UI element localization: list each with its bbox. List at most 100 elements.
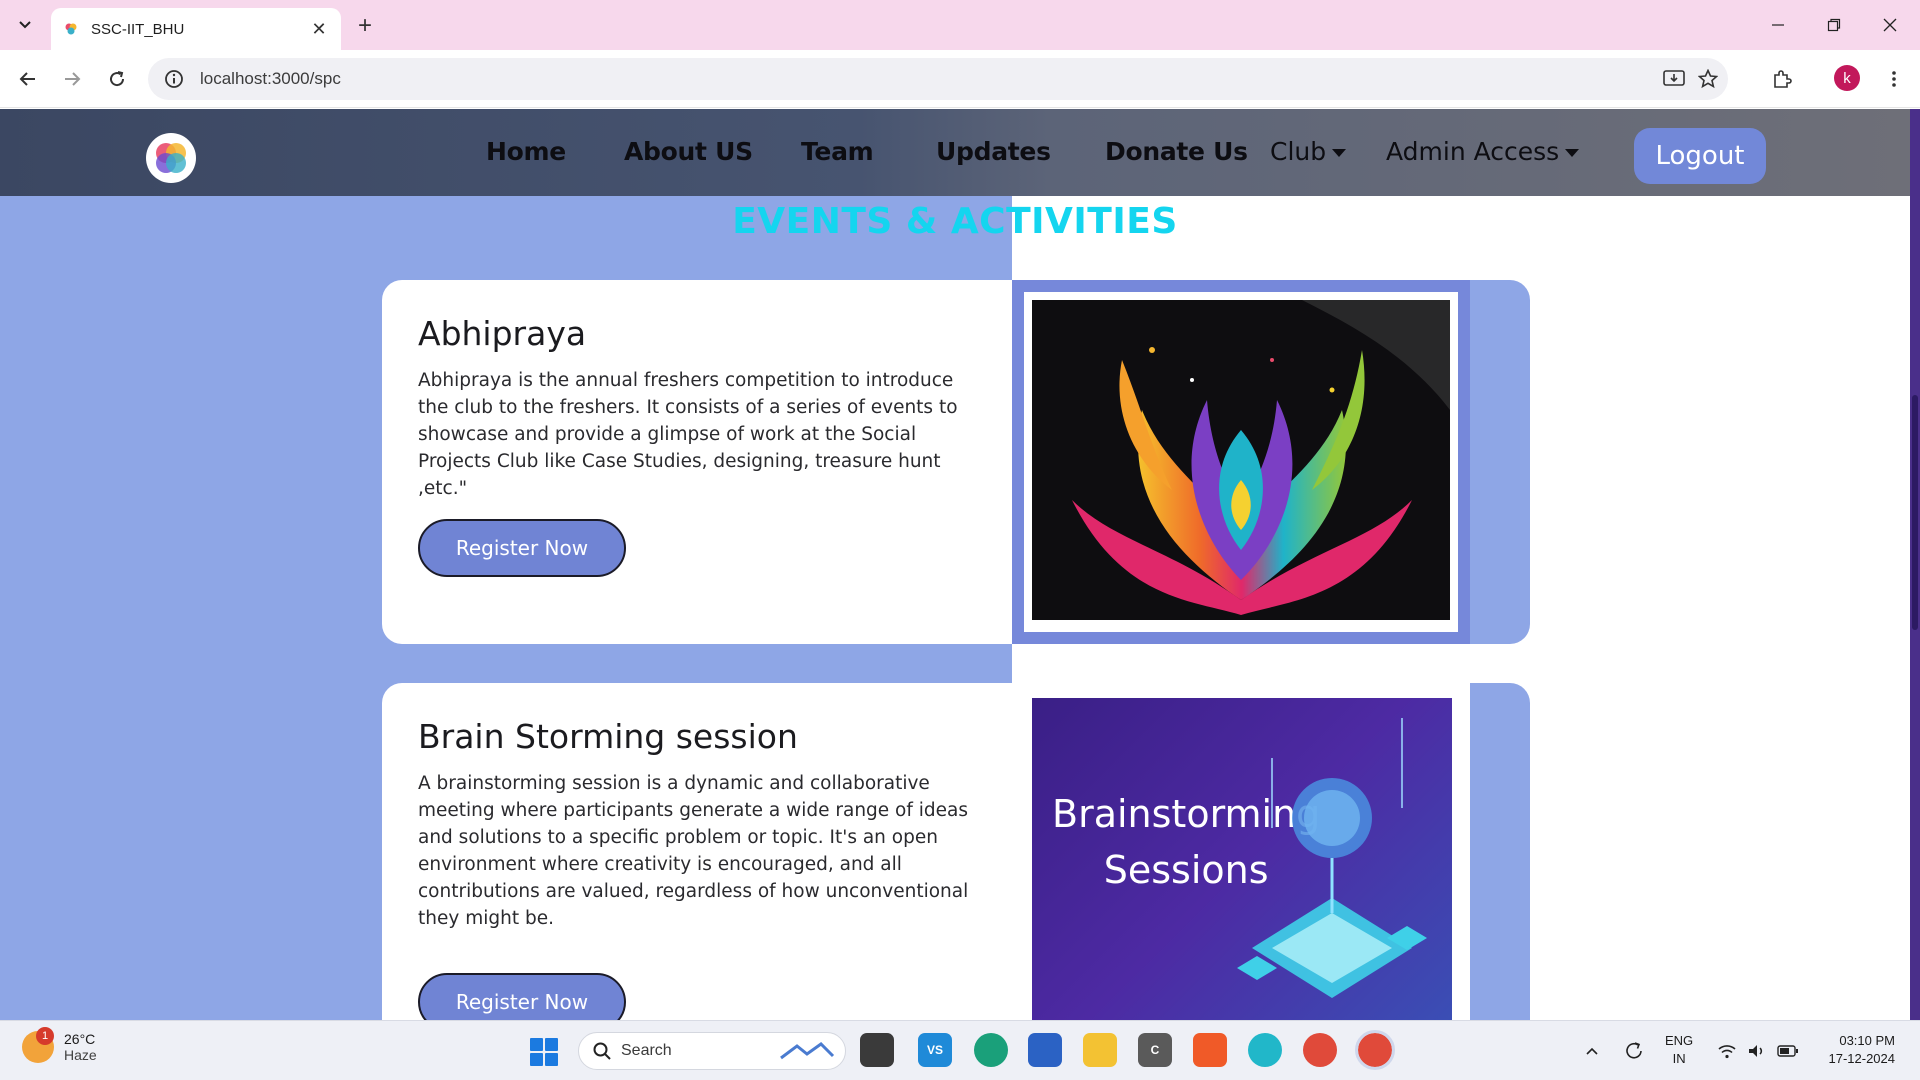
register-now-button[interactable]: Register Now (418, 973, 626, 1020)
calculator-icon[interactable]: C (1138, 1033, 1172, 1067)
tab-title: SSC-IIT_BHU (91, 20, 185, 38)
reload-button[interactable] (101, 63, 133, 95)
nav-home[interactable]: Home (486, 137, 566, 166)
install-icon (1663, 70, 1685, 86)
clock-time: 03:10 PM (1839, 1033, 1895, 1048)
system-clock[interactable]: 03:10 PM 17-12-2024 (1815, 1032, 1896, 1068)
card-text-block: Brain Storming session A brainstorming s… (418, 717, 978, 932)
windows-logo-tile (530, 1053, 543, 1066)
event-description: A brainstorming session is a dynamic and… (418, 773, 969, 929)
battery-icon-graphic (1777, 1045, 1798, 1057)
address-bar[interactable]: localhost:3000/spc (148, 58, 1728, 100)
tab-search-button[interactable] (10, 10, 40, 40)
volume-icon[interactable] (1745, 1033, 1769, 1069)
sync-icon[interactable] (1620, 1033, 1648, 1069)
site-navbar: Home About US Team Updates Donate Us Clu… (0, 109, 1910, 196)
search-highlight-icon (780, 1042, 835, 1060)
language-code: ENG (1665, 1033, 1694, 1048)
site-favicon-icon (64, 22, 78, 36)
section-title: EVENTS & ACTIVITIES (732, 201, 1178, 242)
restore-button[interactable] (1806, 0, 1862, 50)
event-card-abhipraya: Abhipraya Abhipraya is the annual freshe… (382, 280, 1530, 644)
brain-circuit-illustration (1237, 718, 1427, 998)
clock-date: 17-12-2024 (1828, 1051, 1896, 1066)
forward-button[interactable] (56, 63, 88, 95)
language-indicator[interactable]: ENG IN (1665, 1032, 1693, 1068)
weather-condition: Haze (64, 1047, 97, 1063)
new-tab-button[interactable]: + (350, 11, 380, 41)
nav-donate-us[interactable]: Donate Us (1105, 137, 1248, 166)
more-vertical-icon (1892, 71, 1896, 87)
weather-sun-icon: 1 (22, 1027, 54, 1063)
minimize-button[interactable] (1750, 0, 1806, 50)
site-info-icon[interactable] (164, 69, 184, 89)
edge-browser-icon[interactable] (974, 1033, 1008, 1067)
event-title: Abhipraya (418, 314, 587, 353)
microsoft-store-icon[interactable] (1028, 1033, 1062, 1067)
speaker-icon (1749, 1045, 1763, 1057)
nav-about-us[interactable]: About US (624, 137, 753, 166)
chrome-profile-2-icon[interactable] (1355, 1030, 1395, 1070)
abhipraya-flame-image (1032, 300, 1450, 620)
install-app-button[interactable] (1656, 58, 1692, 100)
close-icon (1883, 18, 1897, 32)
caret-down-icon (1332, 149, 1347, 157)
wifi-icon-graphic (1718, 1045, 1736, 1059)
extensions-button[interactable] (1766, 63, 1798, 95)
windows-logo-tile (545, 1038, 558, 1051)
chevron-up-icon (1586, 1047, 1598, 1055)
event-title: Brain Storming session (418, 717, 798, 756)
bookmark-button[interactable] (1690, 58, 1726, 100)
windows-logo-tile (530, 1038, 543, 1051)
nav-team[interactable]: Team (801, 137, 874, 166)
weather-badge: 1 (36, 1027, 54, 1045)
windows-logo-tile (545, 1053, 558, 1066)
arrow-right-icon (65, 72, 81, 86)
chevron-down-icon (19, 21, 31, 29)
nav-club-dropdown[interactable]: Club (1270, 137, 1347, 166)
os-taskbar: 1 26°C Haze Search VS C ENG IN 03:10 PM … (0, 1020, 1920, 1080)
close-window-button[interactable] (1862, 0, 1918, 50)
sync-icon-graphic (1626, 1042, 1642, 1059)
event-card-brainstorming: Brain Storming session A brainstorming s… (382, 683, 1530, 1020)
card-right-strip (1470, 683, 1530, 1020)
battery-icon[interactable] (1775, 1033, 1801, 1069)
browser-toolbar: localhost:3000/spc k (0, 50, 1920, 108)
task-view-icon[interactable] (860, 1033, 894, 1067)
taskbar-search-box[interactable]: Search (578, 1032, 846, 1070)
back-button[interactable] (12, 63, 44, 95)
logout-button[interactable]: Logout (1634, 128, 1766, 184)
canva-icon[interactable] (1248, 1033, 1282, 1067)
nav-admin-access-dropdown[interactable]: Admin Access (1386, 137, 1580, 166)
weather-widget[interactable]: 1 26°C Haze (22, 1027, 97, 1063)
search-label: Search (621, 1042, 672, 1059)
nav-club-label: Club (1270, 137, 1327, 166)
brave-browser-icon[interactable] (1193, 1033, 1227, 1067)
page-viewport: EVENTS & ACTIVITIES Abhipraya Abhipraya … (0, 109, 1910, 1020)
wifi-icon[interactable] (1715, 1033, 1739, 1069)
card-text-block: Abhipraya Abhipraya is the annual freshe… (418, 314, 978, 502)
vscode-icon[interactable]: VS (918, 1033, 952, 1067)
register-now-button[interactable]: Register Now (418, 519, 626, 577)
browser-tab-active[interactable]: SSC-IIT_BHU ✕ (51, 8, 341, 50)
club-logo[interactable] (146, 133, 196, 183)
show-hidden-icons-button[interactable] (1580, 1033, 1604, 1069)
url-text: localhost:3000/spc (200, 69, 341, 88)
card-right-strip (1470, 280, 1530, 644)
restore-icon (1827, 18, 1841, 32)
start-button[interactable] (530, 1038, 558, 1066)
file-explorer-icon[interactable] (1083, 1033, 1117, 1067)
tab-close-icon[interactable]: ✕ (309, 19, 329, 39)
arrow-left-icon (19, 72, 35, 86)
browser-tabstrip: SSC-IIT_BHU ✕ + (0, 0, 1920, 50)
star-icon (1698, 69, 1718, 89)
nav-updates[interactable]: Updates (936, 137, 1051, 166)
browser-menu-button[interactable] (1878, 63, 1910, 95)
page-scrollbar-thumb[interactable] (1912, 395, 1918, 630)
chrome-profile-1-icon[interactable] (1303, 1033, 1337, 1067)
club-logo-icon (156, 143, 186, 173)
profile-avatar[interactable]: k (1834, 65, 1860, 91)
reload-icon (110, 71, 125, 87)
lotus-flame-illustration (1072, 300, 1450, 615)
brainstorming-image: Brainstorming Sessions (1032, 698, 1452, 1020)
